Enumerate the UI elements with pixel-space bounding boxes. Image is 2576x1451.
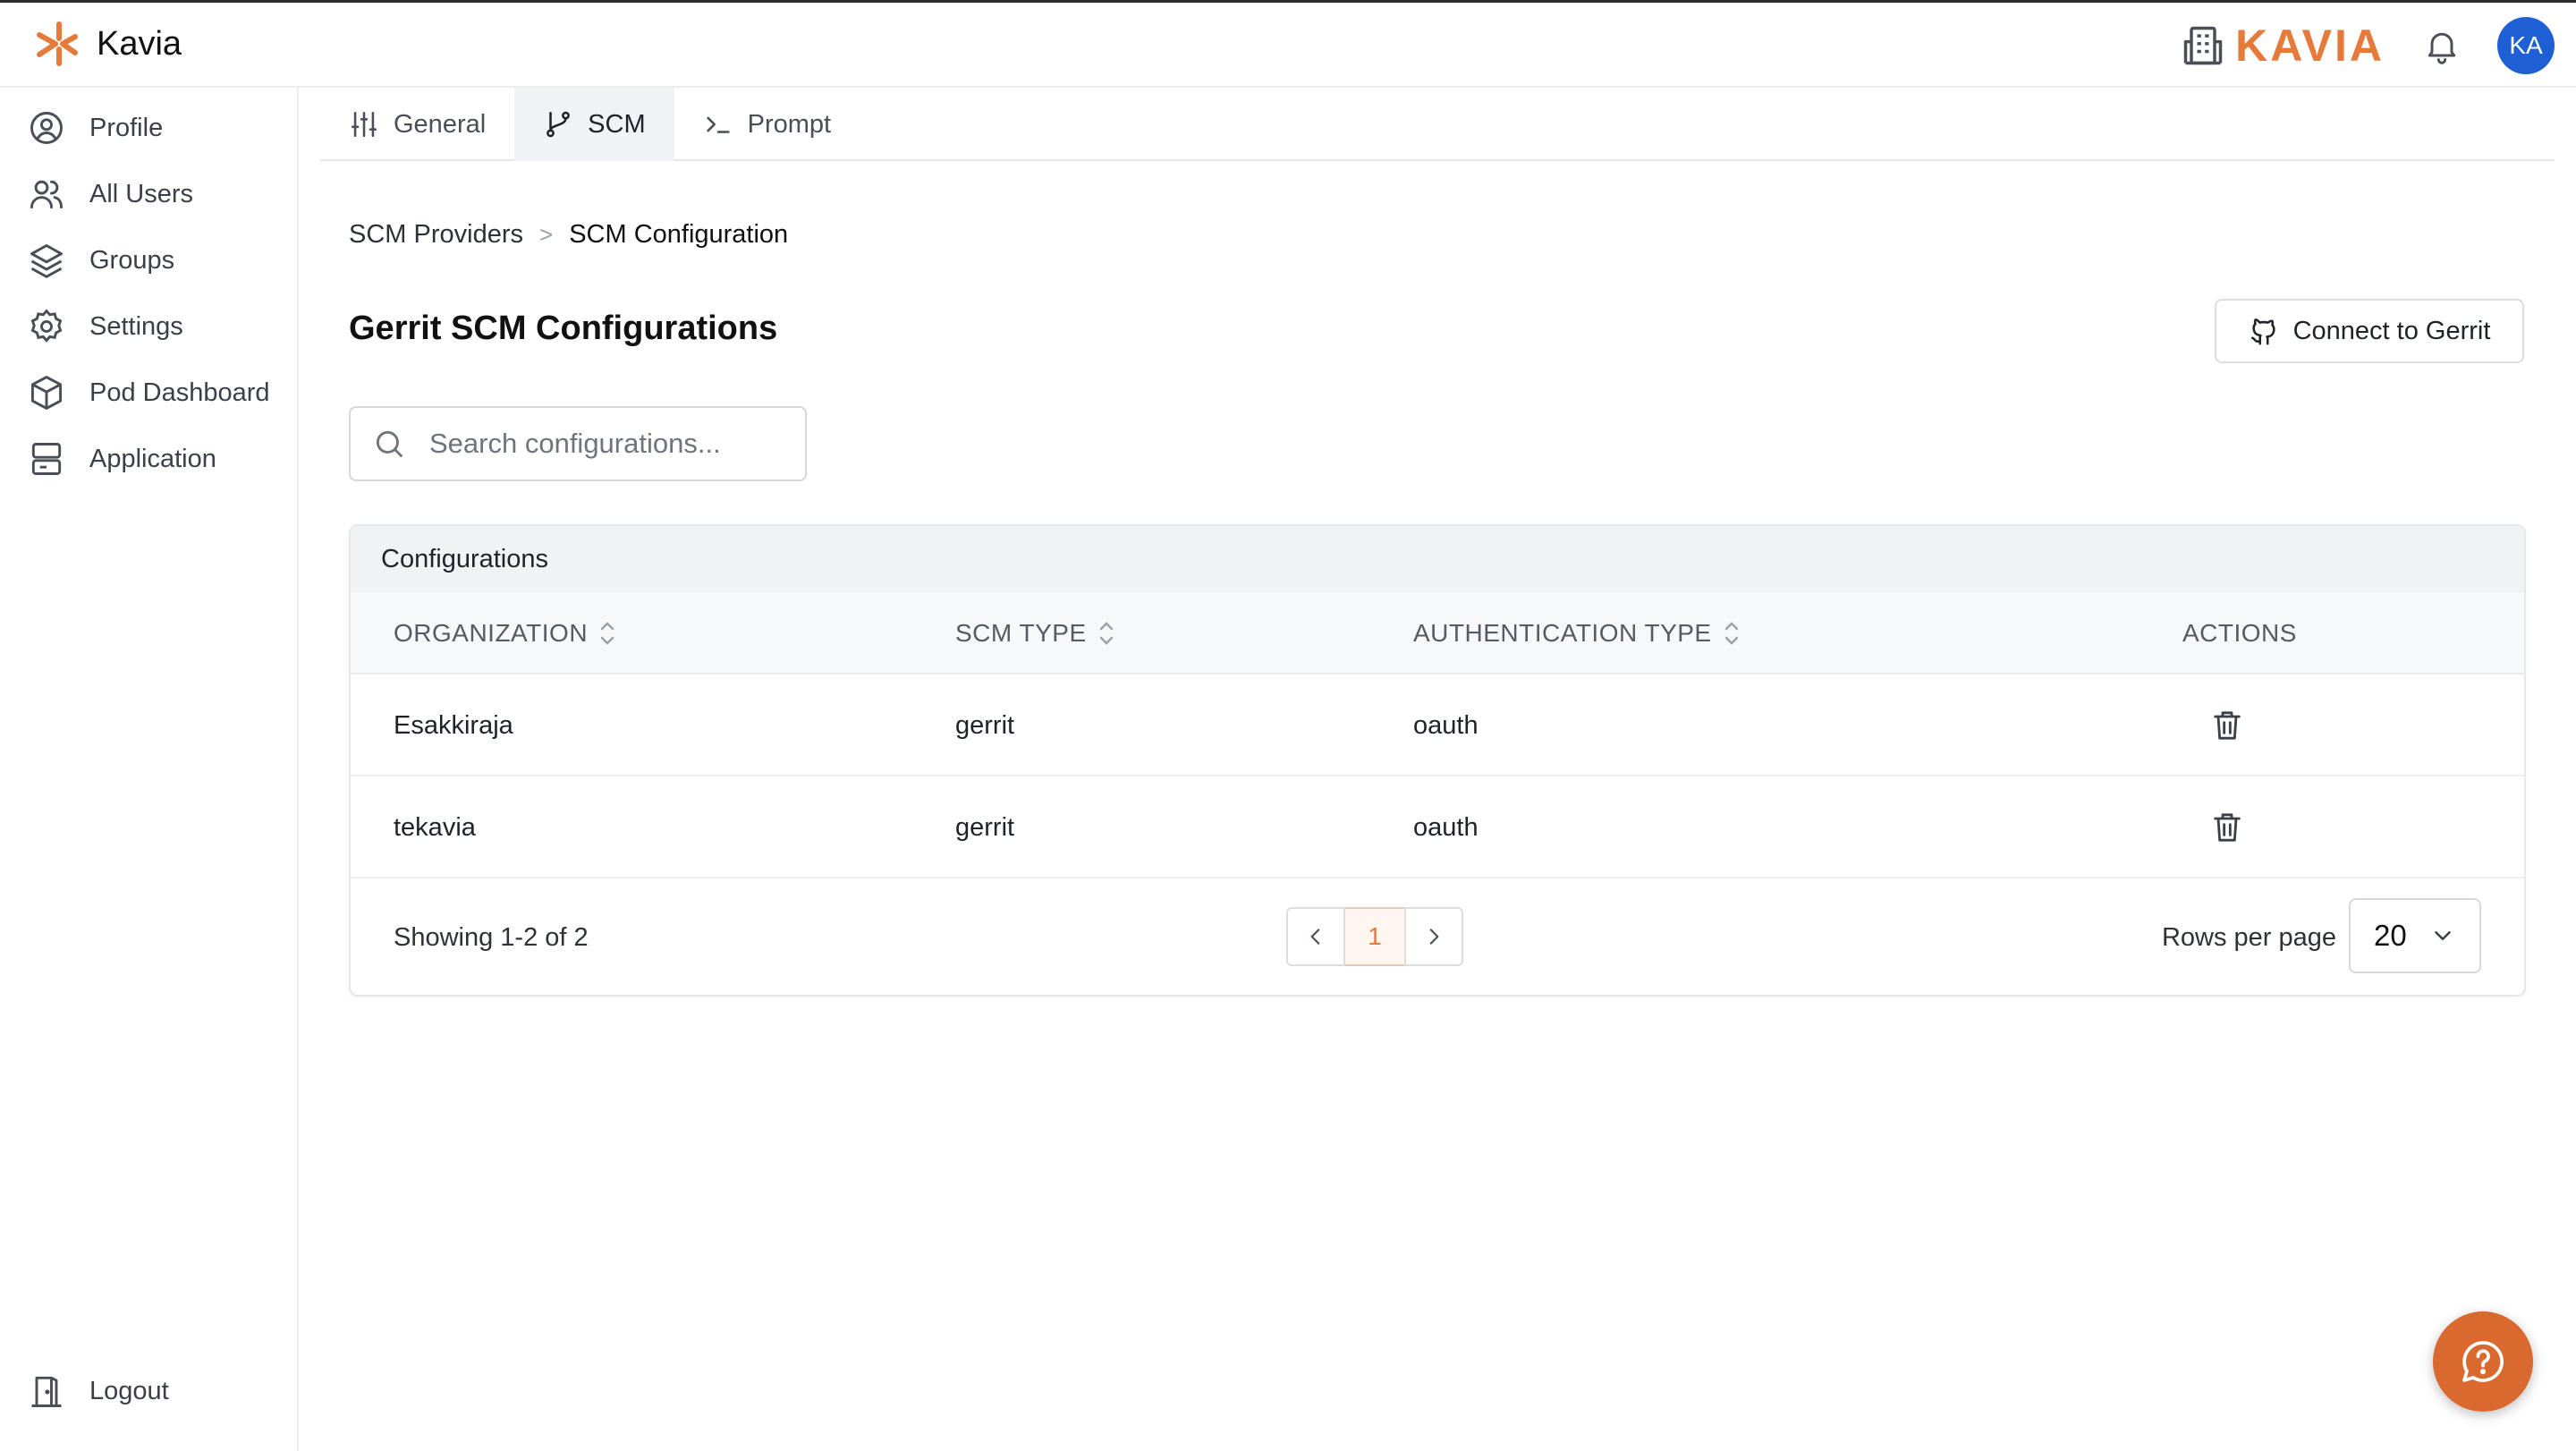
table-row: Esakkiraja gerrit oauth <box>351 675 2524 776</box>
settings-tabs: General SCM Prompt <box>320 88 2555 161</box>
users-icon <box>30 180 63 209</box>
chevron-left-icon <box>1310 929 1320 945</box>
door-exit-icon <box>31 1376 62 1407</box>
tab-label: SCM <box>588 109 646 139</box>
logout-button[interactable]: Logout <box>27 1369 169 1413</box>
building-icon <box>2183 26 2223 65</box>
avatar-initials: KA <box>2509 31 2543 59</box>
avatar[interactable]: KA <box>2497 17 2555 74</box>
table-footer: Showing 1-2 of 2 1 Rows per page 20 <box>351 878 2524 995</box>
git-branch-icon <box>547 111 571 138</box>
column-actions: ACTIONS <box>2182 592 2297 675</box>
cell-auth-type: oauth <box>1413 812 1479 842</box>
search-icon <box>376 430 402 457</box>
delete-button[interactable] <box>2209 675 2245 776</box>
column-label: AUTHENTICATION TYPE <box>1413 619 1712 647</box>
help-chat-button[interactable] <box>2433 1311 2533 1412</box>
column-label: ACTIONS <box>2182 619 2297 647</box>
gear-icon <box>30 309 63 343</box>
column-label: ORGANIZATION <box>394 619 589 647</box>
search-input[interactable] <box>429 428 769 460</box>
box-icon <box>30 376 63 410</box>
sidebar-item-pod-dashboard[interactable]: Pod Dashboard <box>27 370 270 415</box>
tab-general[interactable]: General <box>320 88 514 161</box>
sidebar-item-label: Pod Dashboard <box>89 378 270 407</box>
logout-label: Logout <box>89 1376 169 1405</box>
search-box <box>349 406 807 481</box>
rows-per-page-select[interactable]: 20 <box>2349 898 2481 973</box>
delete-button[interactable] <box>2209 776 2245 878</box>
tab-label: General <box>394 109 487 139</box>
rows-per-page-value: 20 <box>2374 919 2407 952</box>
table-header: ORGANIZATION SCM TYPE AUTHENTICATION TYP… <box>351 592 2524 675</box>
kavia-logo-icon <box>37 21 78 66</box>
next-page-button[interactable] <box>1404 907 1463 966</box>
column-authentication-type[interactable]: AUTHENTICATION TYPE <box>1413 592 1741 675</box>
server-icon <box>31 443 62 475</box>
rows-per-page-label: Rows per page <box>2161 922 2336 952</box>
sidebar-item-groups[interactable]: Groups <box>27 238 174 283</box>
sidebar-item-label: Groups <box>89 245 175 275</box>
breadcrumb: SCM Providers > SCM Configuration <box>349 220 788 250</box>
card-title: Configurations <box>351 526 2524 592</box>
sidebar-item-label: Profile <box>89 113 164 142</box>
breadcrumb-scm-configuration: SCM Configuration <box>569 220 789 249</box>
cell-scm-type: gerrit <box>955 710 1015 740</box>
sidebar-item-label: All Users <box>89 179 194 208</box>
breadcrumb-scm-providers[interactable]: SCM Providers <box>349 220 523 250</box>
showing-count: Showing 1-2 of 2 <box>394 922 589 952</box>
connect-button-label: Connect to Gerrit <box>2292 316 2491 345</box>
sidebar: Profile All Users Groups Settings Pod Da… <box>0 88 299 1451</box>
sort-icon <box>1099 622 1113 645</box>
page-number-button[interactable]: 1 <box>1345 907 1404 966</box>
terminal-icon <box>707 116 730 133</box>
column-organization[interactable]: ORGANIZATION <box>394 592 616 675</box>
page-title: Gerrit SCM Configurations <box>349 310 778 347</box>
tab-label: Prompt <box>747 109 832 139</box>
breadcrumb-separator: > <box>539 221 554 248</box>
top-header: Kavia KAVIA KA <box>0 0 2576 88</box>
connect-to-gerrit-button[interactable]: Connect to Gerrit <box>2215 299 2524 363</box>
github-icon <box>2250 318 2275 345</box>
sort-icon <box>600 622 614 645</box>
tab-prompt[interactable]: Prompt <box>674 88 860 161</box>
sliders-icon <box>351 111 377 138</box>
chevron-down-icon <box>2435 931 2451 940</box>
cell-scm-type: gerrit <box>955 812 1015 842</box>
user-circle-icon <box>30 112 63 144</box>
table-row: tekavia gerrit oauth <box>351 776 2524 878</box>
tab-scm[interactable]: SCM <box>514 88 674 161</box>
column-label: SCM TYPE <box>955 619 1087 647</box>
sidebar-item-profile[interactable]: Profile <box>27 106 163 150</box>
sidebar-item-settings[interactable]: Settings <box>27 304 183 349</box>
pagination: 1 <box>1286 907 1463 966</box>
trash-icon <box>2214 711 2241 740</box>
sidebar-item-all-users[interactable]: All Users <box>27 172 193 216</box>
column-scm-type[interactable]: SCM TYPE <box>955 592 1115 675</box>
bell-icon[interactable] <box>2422 26 2462 65</box>
configurations-card: Configurations ORGANIZATION SCM TYPE AUT… <box>349 524 2526 997</box>
layers-icon <box>30 244 63 278</box>
org-name: KAVIA <box>2235 21 2385 71</box>
cell-organization: tekavia <box>394 812 476 842</box>
prev-page-button[interactable] <box>1286 907 1345 966</box>
cell-auth-type: oauth <box>1413 710 1479 740</box>
app-name: Kavia <box>97 24 182 63</box>
cell-organization: Esakkiraja <box>394 710 513 740</box>
sidebar-item-label: Application <box>89 444 216 473</box>
sort-icon <box>1724 622 1738 645</box>
sidebar-item-application[interactable]: Application <box>27 437 216 481</box>
chevron-right-icon <box>1429 929 1439 945</box>
trash-icon <box>2214 813 2241 842</box>
brand[interactable]: Kavia <box>32 19 182 69</box>
chat-help-icon <box>2462 1341 2504 1382</box>
sidebar-item-label: Settings <box>89 311 183 341</box>
